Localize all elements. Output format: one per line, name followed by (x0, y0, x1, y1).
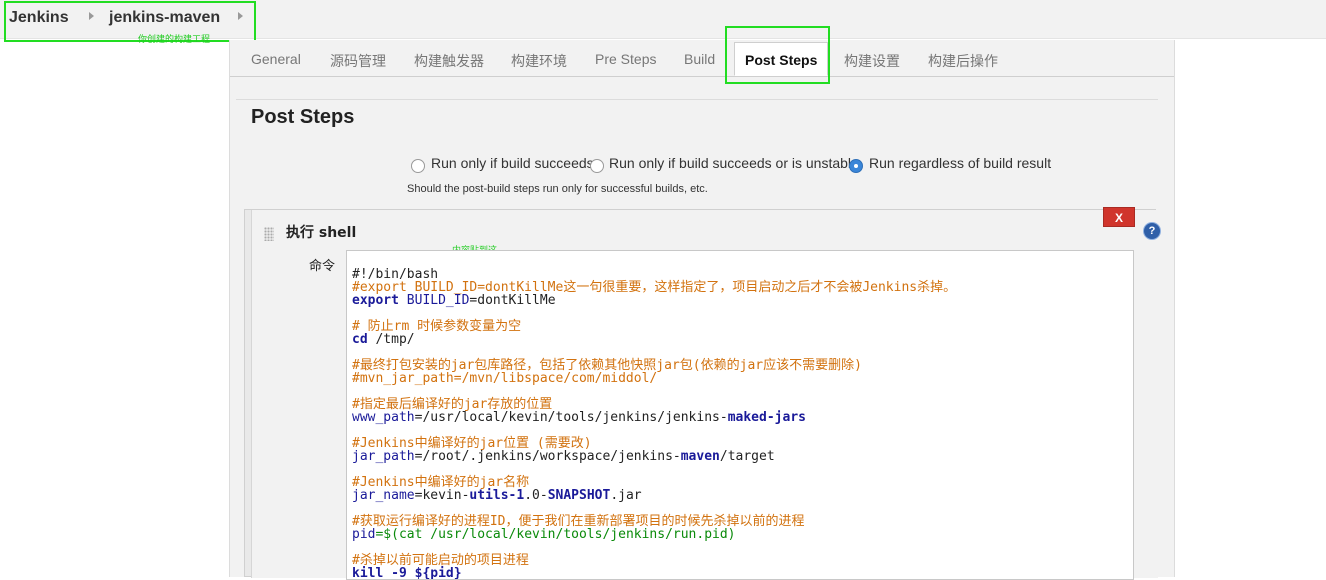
execute-shell-step: 执行 shell X ? 命令 内容贴到这 #!/bin/bash#export… (244, 207, 1160, 580)
code-text: =dontKillMe (469, 293, 556, 308)
code-comment: #mvn_jar_path=/mvn/libspace/com/middol/ (352, 371, 658, 386)
code-text: .jar (610, 488, 642, 503)
code-keyword: SNAPSHOT (547, 488, 611, 503)
code-variable: www_path (352, 410, 415, 425)
code-text: /target (719, 449, 775, 464)
code-keyword: cd (352, 332, 368, 347)
tab-build[interactable]: Build (684, 51, 715, 67)
execute-shell-body: 执行 shell X ? 命令 内容贴到这 #!/bin/bash#export… (251, 207, 1160, 580)
help-icon[interactable]: ? (1144, 223, 1160, 239)
code-line: pid=$(cat /usr/local/kevin/tools/jenkins… (352, 528, 956, 541)
tab-triggers[interactable]: 构建触发器 (414, 51, 484, 71)
code-variable: jar_name (352, 488, 415, 503)
config-panel: General 源码管理 构建触发器 构建环境 Pre Steps Build … (229, 40, 1175, 580)
code-keyword: kill -9 (352, 566, 407, 580)
code-line: export BUILD_ID=dontKillMe (352, 294, 956, 307)
step-title: 执行 shell (286, 225, 357, 241)
code-variable: jar_path (352, 449, 415, 464)
code-keyword: maked-jars (727, 410, 806, 425)
code-text: .0- (524, 488, 548, 503)
delete-step-button[interactable]: X (1103, 207, 1135, 227)
radio-label-success-or-unstable[interactable]: Run only if build succeeds or is unstabl… (609, 155, 859, 171)
radio-success-or-unstable[interactable] (590, 159, 604, 173)
config-tabs: General 源码管理 构建触发器 构建环境 Pre Steps Build … (230, 40, 1174, 77)
code-text: =/usr/local/kevin/tools/jenkins/jenkins- (414, 410, 728, 425)
tab-post-build-actions[interactable]: 构建后操作 (928, 51, 998, 71)
section-divider (236, 99, 1158, 100)
code-line: www_path=/usr/local/kevin/tools/jenkins/… (352, 411, 956, 424)
tab-environment[interactable]: 构建环境 (511, 51, 567, 71)
code-keyword: export (352, 293, 399, 308)
drag-handle-icon[interactable] (264, 227, 274, 241)
radio-label-success-only[interactable]: Run only if build succeeds (431, 155, 594, 171)
code-text: /tmp/ (367, 332, 415, 347)
command-label: 命令 (309, 259, 336, 274)
radio-success-only[interactable] (411, 159, 425, 173)
annotation-highlight-post-steps (725, 26, 830, 84)
code-keyword: utils-1 (469, 488, 525, 503)
code-line: jar_path=/root/.jenkins/workspace/jenkin… (352, 450, 956, 463)
tab-pre-steps[interactable]: Pre Steps (595, 51, 656, 67)
code-line: jar_name=kevin-utils-1.0-SNAPSHOT.jar (352, 489, 956, 502)
radio-regardless[interactable] (849, 159, 863, 173)
code-line: kill -9 ${pid} (352, 566, 956, 580)
command-code: #!/bin/bash #export BUILD_ID=dontKillMe这一… (352, 255, 956, 580)
section-title: Post Steps (251, 106, 355, 128)
command-textarea[interactable]: #!/bin/bash #export BUILD_ID=dontKillMe这一… (346, 250, 1134, 580)
code-line: cd /tmp/ (352, 333, 956, 346)
tab-general[interactable]: General (251, 51, 301, 67)
tab-source[interactable]: 源码管理 (330, 51, 386, 71)
code-variable: BUILD_ID (406, 293, 470, 308)
tab-build-settings[interactable]: 构建设置 (844, 51, 900, 71)
annotation-note-job: 你创建的构建工程 (138, 35, 211, 45)
code-text: ${pid} (406, 566, 462, 580)
radio-label-regardless[interactable]: Run regardless of build result (869, 155, 1051, 171)
code-text: =/root/.jenkins/workspace/jenkins- (414, 449, 681, 464)
code-keyword: maven (680, 449, 720, 464)
code-comment: # 防止rm 时候参数变量为空 (352, 319, 522, 334)
code-variable: pid (352, 527, 376, 542)
annotation-highlight-breadcrumb (4, 1, 256, 42)
code-text: =kevin- (414, 488, 470, 503)
code-text: =$(cat /usr/local/kevin/tools/jenkins/ru… (375, 527, 736, 542)
radio-help-text: Should the post-build steps run only for… (407, 183, 708, 195)
